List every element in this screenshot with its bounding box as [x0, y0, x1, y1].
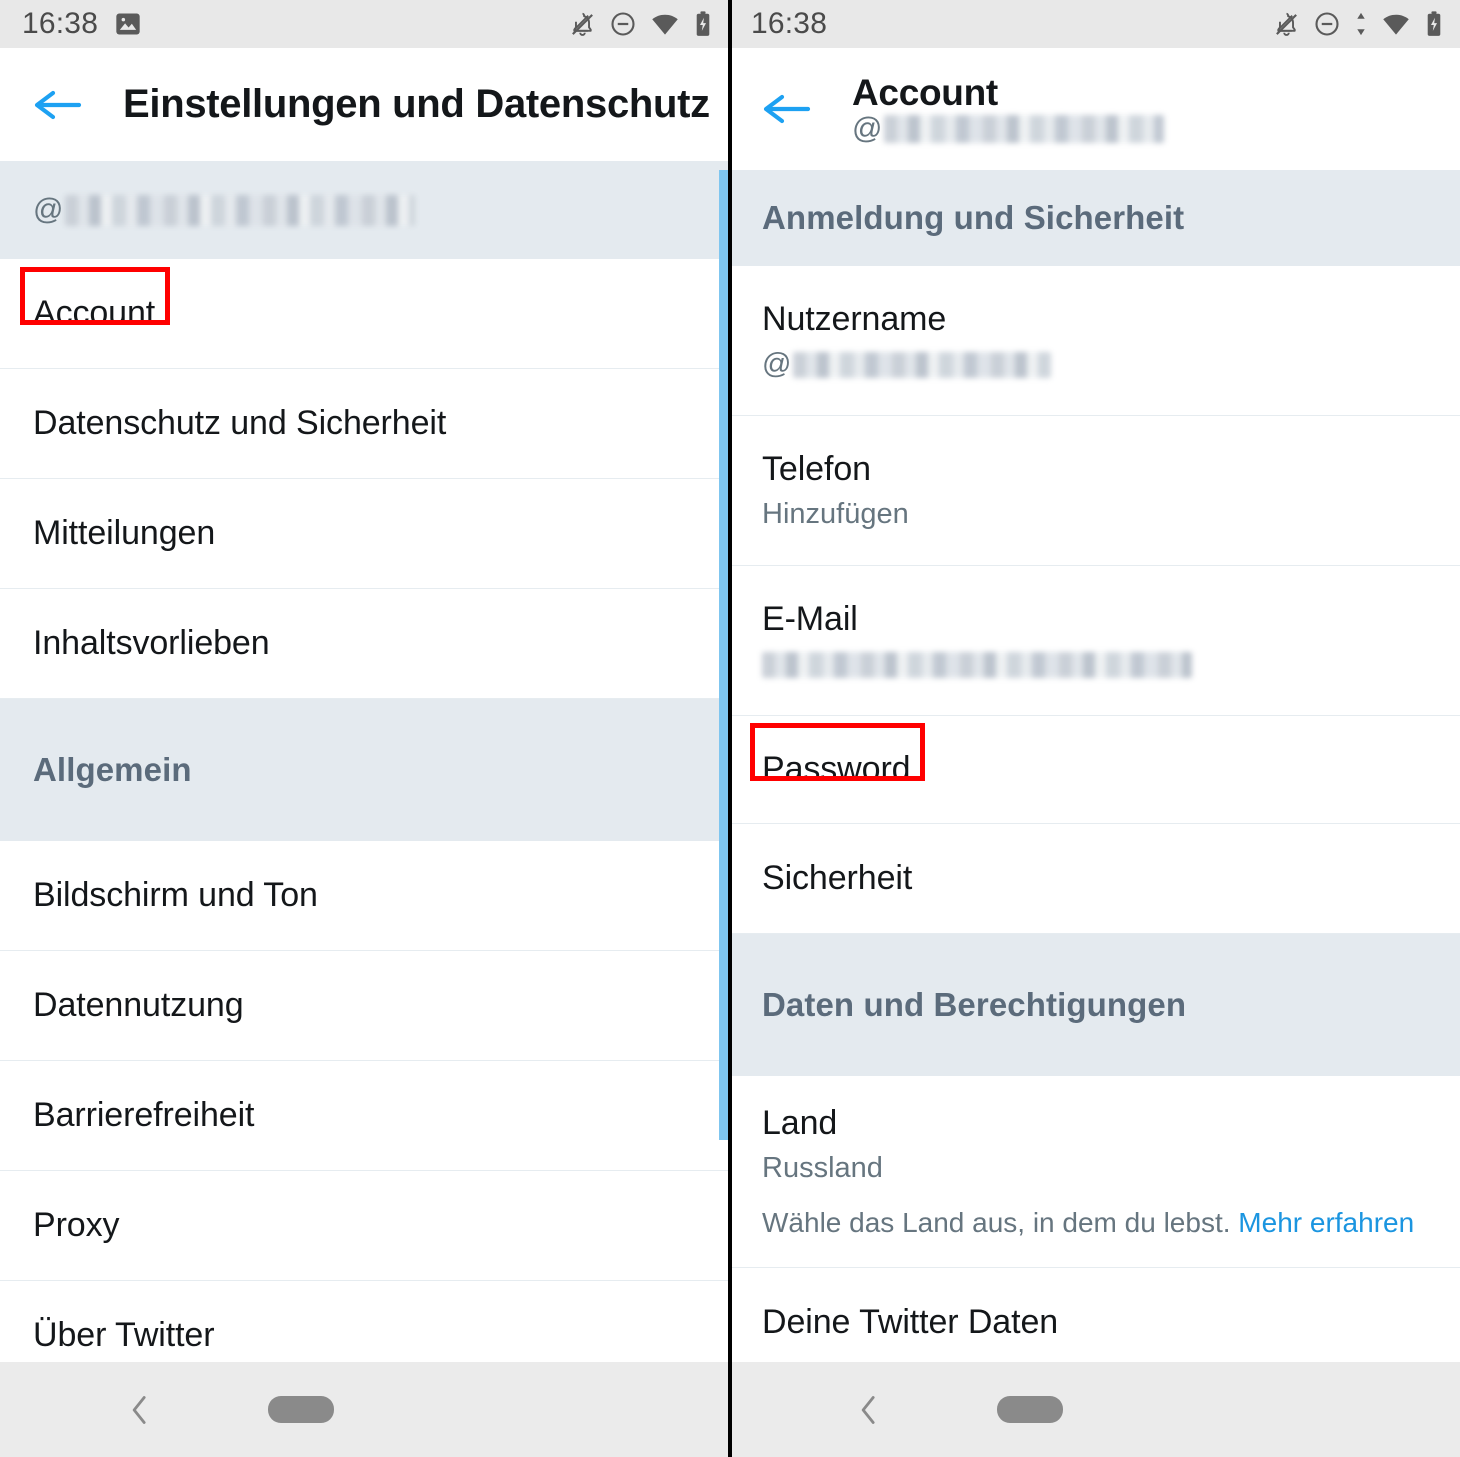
settings-and-privacy-screen: 16:38 Einstellungen und Datenschutz @ Ac…: [0, 0, 729, 1457]
system-nav-bar-right: [729, 1362, 1460, 1457]
notifications-off-icon: [569, 11, 596, 38]
status-bar-left-group: 16:38: [751, 7, 827, 41]
row-value: Russland: [762, 1152, 883, 1184]
at-symbol: @: [33, 193, 64, 226]
sidebar-item-data-usage[interactable]: Datennutzung: [0, 951, 729, 1061]
sidebar-item-label: Über Twitter: [33, 1316, 215, 1354]
section-header-login-security: Anmeldung und Sicherheit: [729, 170, 1460, 266]
row-value: [762, 648, 1460, 681]
nav-back-icon[interactable]: [120, 1390, 160, 1430]
sidebar-item-proxy[interactable]: Proxy: [0, 1171, 729, 1281]
nav-home-pill[interactable]: [997, 1396, 1063, 1423]
scrollbar-left[interactable]: [719, 170, 728, 1140]
app-bar-right: Account @: [729, 48, 1460, 170]
row-label: Deine Twitter Daten: [762, 1303, 1059, 1341]
battery-charging-icon: [693, 10, 713, 38]
row-label: Telefon: [762, 450, 871, 488]
account-row-phone[interactable]: Telefon Hinzufügen: [729, 416, 1460, 566]
dual-screenshot-comparison: 16:38 Einstellungen und Datenschutz @ Ac…: [0, 0, 1460, 1457]
app-bar-left: Einstellungen und Datenschutz: [0, 48, 729, 161]
status-bar-left: 16:38: [0, 0, 729, 48]
nav-home-pill[interactable]: [268, 1396, 334, 1423]
sidebar-item-account[interactable]: Account: [0, 259, 729, 369]
sidebar-item-notifications[interactable]: Mitteilungen: [0, 479, 729, 589]
account-row-password[interactable]: Password: [729, 716, 1460, 824]
sidebar-item-label: Mitteilungen: [33, 514, 216, 552]
redacted-username: [793, 352, 1052, 379]
back-arrow-icon[interactable]: [33, 85, 83, 125]
screen-divider: [728, 0, 732, 1457]
system-nav-bar-left: [0, 1362, 729, 1457]
status-bar-left-group: 16:38: [22, 7, 142, 41]
row-hint-text: Wähle das Land aus, in dem du lebst.: [762, 1207, 1231, 1238]
row-label: E-Mail: [762, 600, 858, 638]
page-title: Account: [852, 71, 998, 113]
at-symbol: @: [762, 348, 792, 380]
account-row-country[interactable]: Land Russland Wähle das Land aus, in dem…: [729, 1076, 1460, 1268]
status-bar-right: 16:38: [729, 0, 1460, 48]
sidebar-item-label: Account: [33, 294, 156, 332]
sidebar-item-content-preferences[interactable]: Inhaltsvorlieben: [0, 589, 729, 699]
account-row-email[interactable]: E-Mail: [729, 566, 1460, 716]
sidebar-item-label: Bildschirm und Ton: [33, 876, 318, 914]
app-bar-titles-left: Einstellungen und Datenschutz: [123, 82, 710, 127]
image-icon: [114, 10, 142, 38]
status-clock: 16:38: [22, 7, 99, 40]
sidebar-item-accessibility[interactable]: Barrierefreiheit: [0, 1061, 729, 1171]
sidebar-item-label: Barrierefreiheit: [33, 1096, 255, 1134]
do-not-disturb-icon: [609, 10, 637, 38]
scrollbar-thumb[interactable]: [719, 170, 728, 1140]
redacted-handle: [65, 194, 416, 226]
row-label: Sicherheit: [762, 859, 913, 897]
battery-charging-icon: [1424, 10, 1444, 38]
learn-more-link[interactable]: Mehr erfahren: [1238, 1207, 1414, 1238]
sidebar-item-label: Datenschutz und Sicherheit: [33, 404, 447, 442]
section-header-general: Allgemein: [0, 699, 729, 841]
row-label: Password: [762, 750, 911, 788]
section-header-data-permissions: Daten und Berechtigungen: [729, 934, 1460, 1076]
sidebar-item-privacy-security[interactable]: Datenschutz und Sicherheit: [0, 369, 729, 479]
account-handle-header: @: [0, 161, 729, 259]
at-symbol: @: [852, 112, 883, 146]
data-transfer-icon: [1354, 10, 1368, 38]
sidebar-item-display-sound[interactable]: Bildschirm und Ton: [0, 841, 729, 951]
row-hint: Wähle das Land aus, in dem du lebst. Meh…: [762, 1207, 1460, 1239]
row-label: Land: [762, 1104, 838, 1142]
account-settings-screen: 16:38 Account @ Anmeldung und Sicherheit…: [729, 0, 1460, 1457]
status-bar-right-group: [1273, 9, 1444, 39]
row-value: Hinzufügen: [762, 498, 909, 530]
page-title: Einstellungen und Datenschutz: [123, 82, 710, 126]
wifi-icon: [1381, 9, 1411, 39]
back-arrow-icon[interactable]: [762, 89, 812, 129]
account-row-security[interactable]: Sicherheit: [729, 824, 1460, 934]
sidebar-item-label: Proxy: [33, 1206, 120, 1244]
status-bar-right-group: [569, 9, 713, 39]
do-not-disturb-icon: [1313, 10, 1341, 38]
sidebar-item-label: Datennutzung: [33, 986, 244, 1024]
app-bar-titles-right: Account @: [852, 71, 1165, 146]
status-clock: 16:38: [751, 7, 828, 40]
wifi-icon: [650, 9, 680, 39]
redacted-handle: [884, 115, 1165, 144]
account-row-username[interactable]: Nutzername @: [729, 266, 1460, 416]
account-handle-subtitle: @: [852, 112, 1165, 146]
sidebar-item-label: Inhaltsvorlieben: [33, 624, 270, 662]
notifications-off-icon: [1273, 11, 1300, 38]
nav-back-icon[interactable]: [849, 1390, 889, 1430]
redacted-email: [762, 652, 1192, 679]
row-label: Nutzername: [762, 300, 947, 338]
row-value: @: [762, 348, 1460, 381]
